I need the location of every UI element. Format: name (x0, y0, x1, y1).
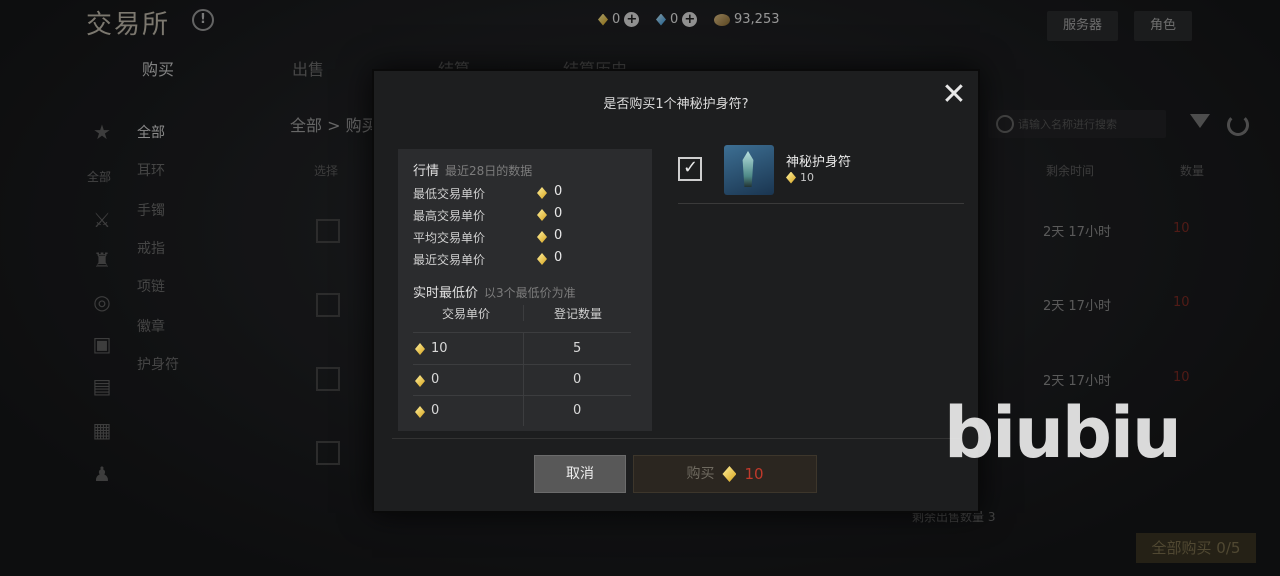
amulet-icon (724, 145, 774, 195)
realtime-title: 实时最低价 (413, 286, 479, 301)
gold-gem-icon (537, 231, 547, 243)
gold-gem-icon (415, 343, 425, 355)
cancel-button[interactable]: 取消 (534, 455, 626, 493)
buy-button[interactable]: 购买 10 (633, 455, 817, 493)
checkmark-icon: ✓ (683, 157, 699, 178)
purchase-dialog: 是否购买1个神秘护身符? ✕ 行情 最近28日的数据 最低交易单价 最高交易单价 … (372, 69, 980, 513)
col-header-price: 交易单价 (442, 307, 491, 321)
stat-value-min: 0 (554, 184, 563, 199)
dialog-divider (392, 438, 960, 439)
price-cell: 10 (431, 341, 448, 356)
item-price: 10 (786, 171, 814, 184)
stat-label-max: 最高交易单价 (413, 209, 486, 223)
item-checkbox[interactable]: ✓ (678, 157, 702, 181)
gold-gem-icon (722, 466, 737, 482)
price-cell: 0 (431, 403, 440, 418)
stat-value-recent: 0 (554, 250, 563, 265)
watermark: biubiu (944, 392, 1182, 474)
market-info-panel: 行情 最近28日的数据 最低交易单价 最高交易单价 平均交易单价 最近交易单价 0… (398, 149, 652, 431)
stat-label-recent: 最近交易单价 (413, 253, 486, 267)
stat-label-avg: 平均交易单价 (413, 231, 486, 245)
row-divider (413, 332, 631, 333)
qty-cell: 0 (573, 403, 582, 418)
buy-button-label: 购买 (686, 466, 715, 482)
buy-button-price: 10 (744, 465, 764, 483)
stat-label-min: 最低交易单价 (413, 187, 486, 201)
qty-cell: 0 (573, 372, 582, 387)
gold-gem-icon (415, 406, 425, 418)
realtime-subtitle: 以3个最低价为准 (484, 286, 576, 300)
row-divider (413, 364, 631, 365)
gold-gem-icon (415, 375, 425, 387)
col-header-qty: 登记数量 (554, 307, 603, 321)
close-icon[interactable]: ✕ (938, 79, 970, 111)
qty-cell: 5 (573, 341, 582, 356)
market-title: 行情 (413, 164, 440, 179)
stat-value-avg: 0 (554, 228, 563, 243)
gold-gem-icon (537, 209, 547, 221)
realtime-section-title: 实时最低价 以3个最低价为准 (413, 282, 576, 301)
price-cell: 0 (431, 372, 440, 387)
selected-item-row: ✓ 神秘护身符 10 (678, 145, 964, 204)
gold-gem-icon (537, 253, 547, 265)
col-divider (523, 332, 524, 426)
header-divider (523, 305, 524, 321)
item-price-value: 10 (800, 171, 814, 184)
row-divider (413, 395, 631, 396)
dialog-title: 是否购买1个神秘护身符? (603, 97, 749, 112)
stat-value-max: 0 (554, 206, 563, 221)
market-subtitle: 最近28日的数据 (445, 164, 533, 178)
item-name: 神秘护身符 (786, 155, 852, 170)
gold-gem-icon (537, 187, 547, 199)
market-section-title: 行情 最近28日的数据 (413, 160, 532, 179)
gold-gem-icon (786, 171, 796, 184)
